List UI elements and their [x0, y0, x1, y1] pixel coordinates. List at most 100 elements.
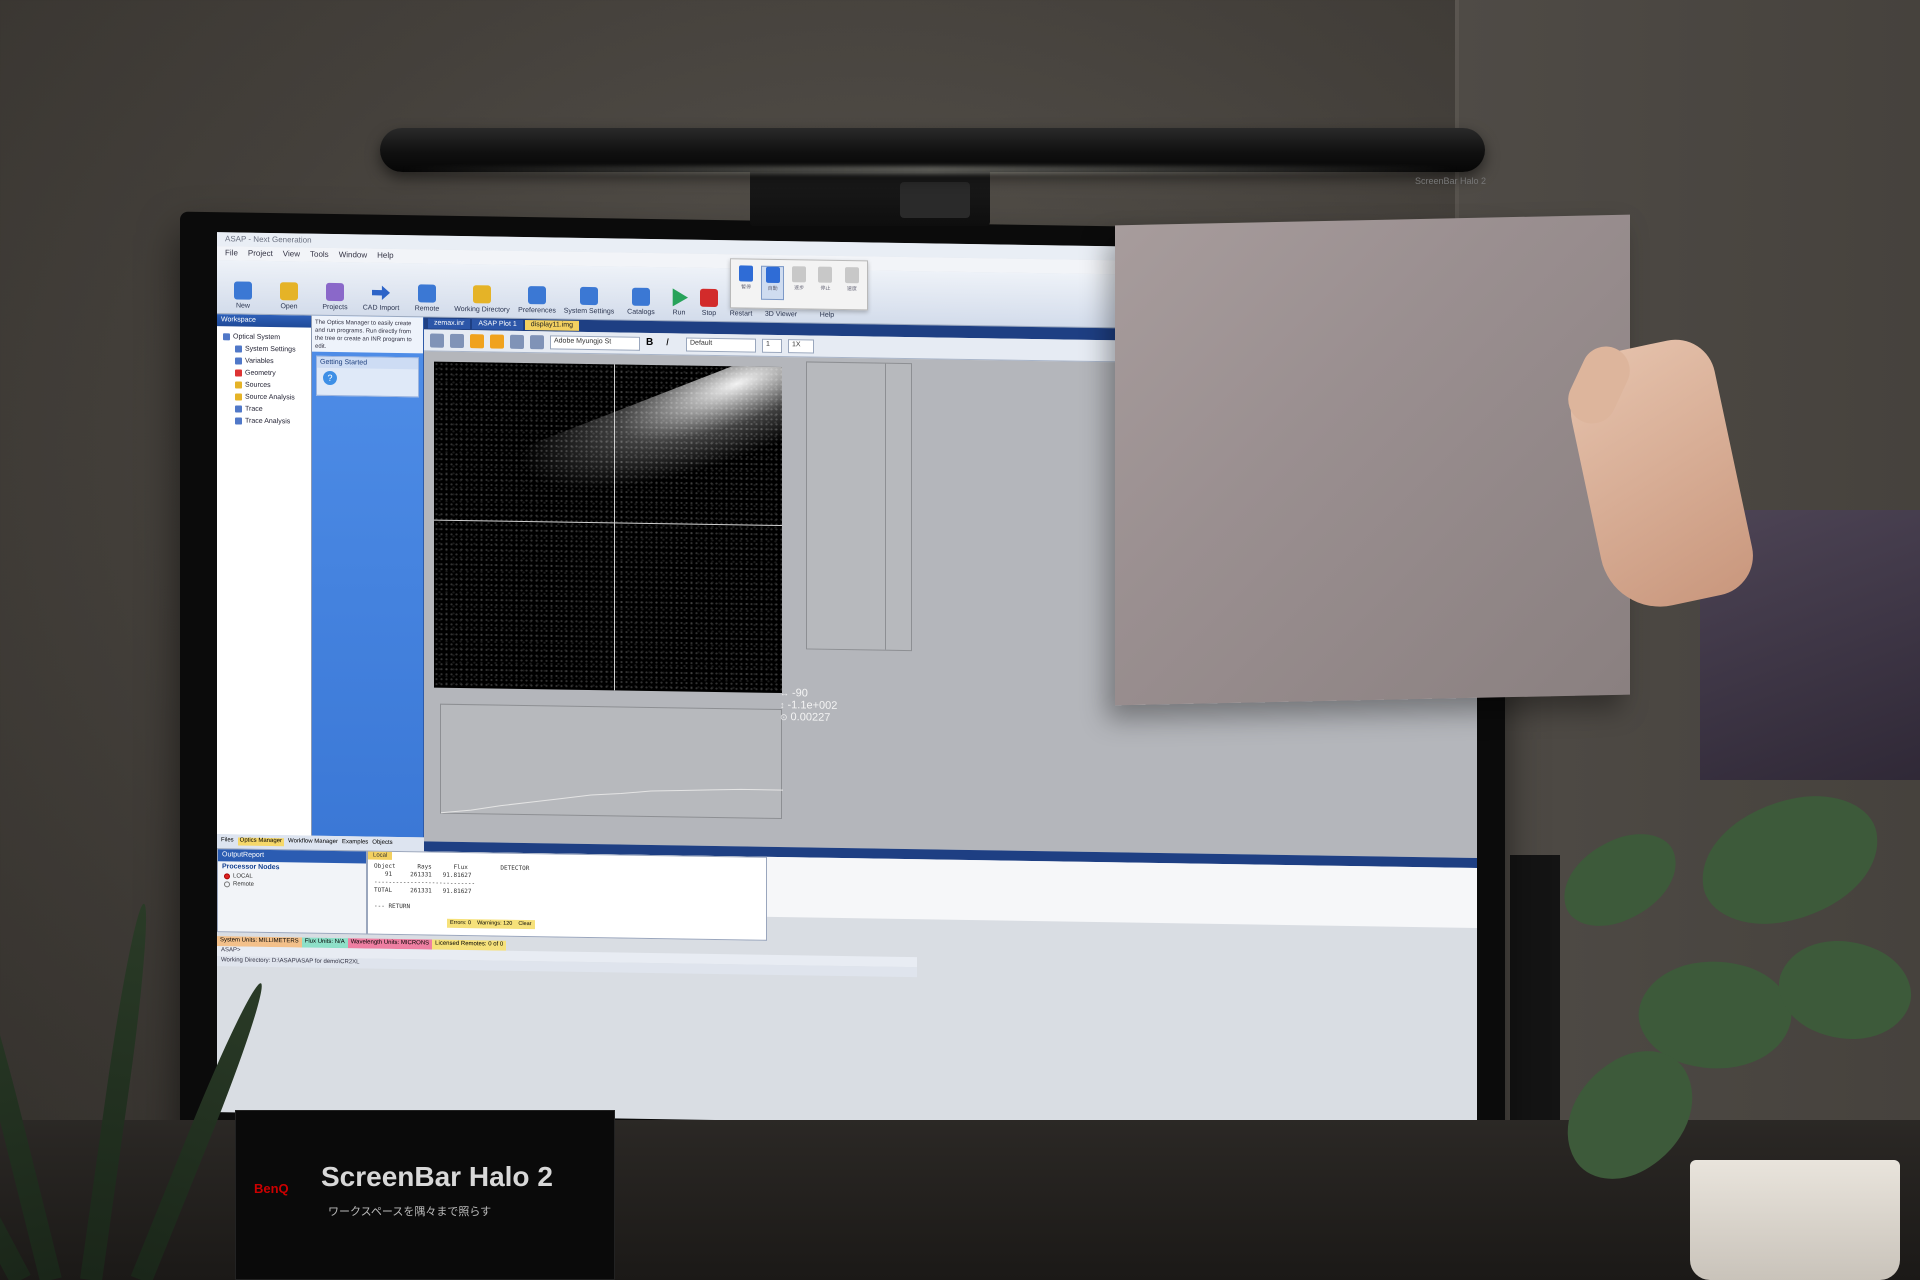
getting-started-title: Getting Started [317, 356, 418, 370]
halt-icon [818, 266, 833, 283]
node-remote[interactable]: Remote [218, 880, 366, 890]
diffuser-sheet [1115, 214, 1630, 706]
readout-x: -90 [792, 687, 808, 700]
stop-button[interactable]: Stop [697, 288, 721, 317]
bold-button[interactable]: B [646, 336, 660, 350]
clamp-tab [900, 182, 970, 218]
open-button[interactable]: Open [269, 282, 309, 311]
3d-icon[interactable] [530, 334, 544, 349]
pause-icon [739, 265, 754, 282]
italic-button[interactable]: I [666, 337, 680, 351]
cad-import-button[interactable]: CAD Import [361, 283, 401, 312]
getting-started-box: Getting Started ? [316, 355, 419, 398]
zoom-select[interactable]: 1X [788, 338, 814, 354]
optics-manager-description: The Optics Manager to easily create and … [312, 315, 423, 354]
new-file-icon [234, 281, 252, 300]
size-field[interactable]: 1 [762, 338, 782, 353]
tab-zemax-inr[interactable]: zemax.inr [428, 318, 471, 330]
crosshair-vertical [614, 364, 615, 691]
projects-button[interactable]: Projects [315, 282, 355, 312]
lamp-brand: ScreenBar Halo 2 [1415, 176, 1487, 186]
tab-display-img[interactable]: display11.img [524, 320, 580, 331]
auto-button[interactable]: 自動 [761, 265, 784, 301]
lamp-clamp [750, 168, 990, 226]
preferences-button[interactable]: Preferences [517, 286, 557, 315]
menu-file[interactable]: File [225, 248, 238, 258]
rotate-icon[interactable] [510, 334, 524, 349]
errors-status[interactable]: Errors: 0 [447, 918, 475, 929]
halt-button[interactable]: 停止 [814, 266, 836, 301]
working-directory-button[interactable]: Working Directory [453, 285, 511, 314]
tab-files[interactable]: Files [221, 837, 234, 845]
vertical-profile [806, 361, 912, 652]
tab-optics-manager[interactable]: Optics Manager [237, 837, 285, 847]
plant-pot [1690, 1160, 1900, 1280]
palette-icon[interactable] [470, 333, 484, 348]
menu-tools[interactable]: Tools [310, 250, 329, 260]
projects-icon [326, 282, 344, 302]
sources-icon [235, 380, 242, 389]
tree-item[interactable]: Trace Analysis [223, 414, 305, 427]
source-analysis-icon [235, 392, 242, 401]
copy-icon[interactable] [450, 333, 464, 348]
cad-import-icon [372, 284, 390, 302]
settings-icon [235, 344, 242, 353]
menu-project[interactable]: Project [248, 249, 273, 259]
menu-help[interactable]: Help [377, 251, 393, 261]
print-icon[interactable] [430, 333, 444, 348]
clear-button[interactable]: Clear [515, 919, 535, 930]
help-icon[interactable]: ? [323, 370, 337, 386]
tab-local[interactable]: Local [368, 851, 393, 860]
optical-system-icon [223, 332, 230, 340]
workspace-tree: Optical System System Settings Variables… [217, 326, 311, 431]
tab-examples[interactable]: Examples [342, 839, 368, 847]
remote-button[interactable]: Remote [407, 284, 447, 313]
system-settings-button[interactable]: System Settings [563, 286, 615, 316]
lamp-glow [400, 166, 1460, 174]
tab-objects[interactable]: Objects [372, 840, 392, 848]
step-icon [792, 266, 807, 283]
tab-asap-plot[interactable]: ASAP Plot 1 [472, 319, 523, 330]
font-select[interactable]: Adobe Myungjo St [550, 334, 640, 351]
trace-icon [235, 404, 242, 413]
catalogs-icon [632, 287, 650, 306]
placard-subtitle: ワークスペースを隅々まで照らす [328, 1206, 492, 1218]
optics-manager-panel: The Optics Manager to easily create and … [312, 315, 424, 838]
pause-button[interactable]: 暫停 [735, 265, 757, 299]
placard-brand: BenQ [254, 1181, 289, 1196]
status-strip: Errors: 0 Warnings: 120 Clear [447, 918, 535, 930]
readout-value: 0.00227 [790, 711, 831, 724]
placard-product: ScreenBar Halo 2 [321, 1161, 553, 1192]
preferences-icon [528, 286, 546, 305]
vertical-profile-trace [885, 363, 907, 651]
output-report-panel: OutputReport Processor Nodes LOCAL Remot… [217, 848, 367, 935]
trace-analysis-icon [235, 416, 242, 425]
menu-window[interactable]: Window [339, 250, 367, 260]
x-coordinate-icon: ↔ [780, 688, 789, 699]
horizontal-profile-trace [440, 788, 783, 814]
crosshair-icon[interactable] [490, 333, 504, 349]
y-coordinate-icon: ↕ [780, 700, 785, 711]
folder-icon [473, 285, 491, 304]
menu-view[interactable]: View [283, 249, 300, 259]
speckle-noise [434, 361, 782, 694]
workspace-panel: Workspace Optical System System Settings… [217, 314, 312, 836]
system-settings-icon [580, 286, 598, 306]
irradiance-image[interactable] [434, 361, 782, 694]
geometry-icon [235, 368, 242, 377]
run-button[interactable]: Run [667, 288, 691, 317]
remote-icon [418, 284, 436, 303]
step-button[interactable]: 逐步 [788, 266, 810, 300]
radio-off-icon [224, 881, 230, 888]
warnings-status[interactable]: Warnings: 120 [474, 919, 516, 929]
catalogs-button[interactable]: Catalogs [621, 287, 661, 317]
new-button[interactable]: New [223, 281, 263, 310]
monitor-back [1510, 855, 1560, 1145]
console-panel: Local Object Rays Flux DETECTOR 91 26133… [367, 850, 767, 941]
tab-workflow-manager[interactable]: Workflow Manager [288, 838, 338, 847]
variables-icon [235, 356, 242, 365]
speed-button[interactable]: 速度 [841, 267, 863, 301]
console-output: Object Rays Flux DETECTOR 91 261331 91.8… [374, 862, 530, 911]
style-select[interactable]: Default [686, 337, 756, 353]
auto-icon [765, 266, 780, 284]
